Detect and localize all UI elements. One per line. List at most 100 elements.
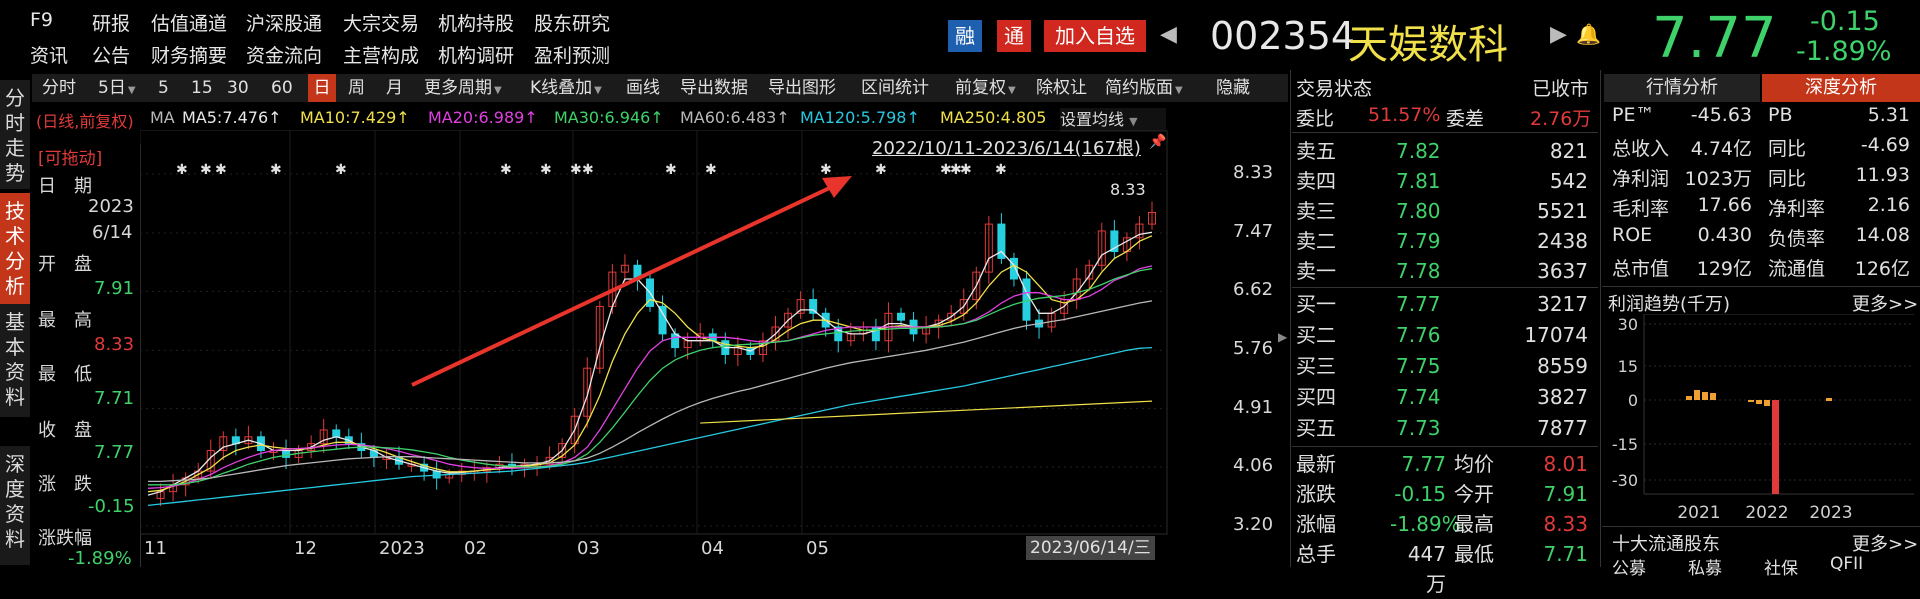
kline-chart[interactable]: ✱ ✱ ✱ ✱ ✱ ✱ ✱ ✱ ✱ ✱ ✱ ✱ ✱ ✱✱✱ ✱	[140, 130, 1170, 535]
prev-stock-icon[interactable]: ◀	[1160, 22, 1177, 47]
ask-row[interactable]: 卖二 7.79 2438	[1294, 226, 1596, 256]
trend-arrow-line[interactable]	[411, 182, 839, 387]
nav-item-row1-4[interactable]: 大宗交易	[343, 9, 419, 36]
dropdown-arrow-icon: ▼	[1175, 85, 1183, 96]
event-marker[interactable]: ✱	[200, 162, 212, 178]
nav-item-row1-0[interactable]: F9	[30, 9, 53, 31]
ask-row[interactable]: 卖三 7.80 5521	[1294, 196, 1596, 226]
left-tab-1[interactable]: 技术分析	[0, 193, 30, 307]
toolbar-item-1[interactable]: 5日 ▼	[98, 74, 136, 102]
event-marker[interactable]: ✱	[335, 162, 347, 178]
event-marker[interactable]: ✱	[875, 162, 887, 178]
toolbar-item-3[interactable]: 15	[191, 74, 213, 102]
nav-item-row2-5[interactable]: 机构调研	[438, 41, 514, 68]
ask-row[interactable]: 卖一 7.78 3637	[1294, 256, 1596, 286]
nav-item-row2-0[interactable]: 资讯	[30, 41, 68, 68]
bid-price: 7.73	[1396, 416, 1441, 440]
ma-item-2: MA20:6.989↑	[428, 108, 538, 127]
toolbar-item-18[interactable]: 隐藏	[1216, 74, 1250, 102]
profit-bar	[1764, 400, 1770, 406]
ma-legend-prefix: (日线,前复权)	[36, 112, 134, 131]
stock-code: 002354	[1210, 14, 1356, 58]
toolbar-item-17[interactable]: 简约版面 ▼	[1105, 74, 1183, 102]
trend-arrow-head[interactable]	[822, 176, 852, 198]
stat-label: 最高	[1454, 512, 1494, 536]
nav-item-row1-5[interactable]: 机构持股	[438, 9, 514, 36]
fin-value: 4.74亿	[1690, 138, 1752, 160]
toolbar-item-2[interactable]: 5	[158, 74, 169, 102]
toolbar-item-16[interactable]: 除权让	[1036, 74, 1087, 102]
info-close-label: 收 盘	[38, 420, 92, 441]
toolbar-item-7[interactable]: 周	[348, 74, 365, 102]
stock-connect-button[interactable]: 通	[997, 20, 1031, 52]
toolbar-item-6[interactable]: 日	[308, 74, 336, 102]
toolbar-item-11[interactable]: 画线	[626, 74, 660, 102]
next-stock-icon[interactable]: ▶	[1550, 22, 1567, 47]
nav-item-row1-6[interactable]: 股东研究	[534, 9, 610, 36]
info-date-label: 日 期	[38, 176, 92, 197]
alert-bell-icon[interactable]: 🔔	[1576, 22, 1601, 46]
event-marker[interactable]: ✱	[960, 162, 972, 178]
left-tab-3[interactable]: 深度资料	[0, 446, 30, 566]
event-marker[interactable]: ✱	[176, 162, 188, 178]
nav-item-row2-3[interactable]: 资金流向	[246, 41, 322, 68]
bid-row[interactable]: 买一 7.77 3217	[1294, 289, 1596, 319]
profit-bar	[1748, 400, 1754, 402]
bid-row[interactable]: 买三 7.75 8559	[1294, 351, 1596, 381]
ma-settings-button[interactable]: 设置均线 ▼	[1060, 108, 1166, 132]
quote-stat-row: 涨跌 -0.15 今开 7.91	[1294, 479, 1596, 509]
toolbar-item-10[interactable]: K线叠加 ▼	[530, 74, 602, 102]
pin-icon[interactable]: 📌	[1149, 134, 1166, 150]
event-marker[interactable]: ✱	[820, 162, 832, 178]
nav-item-row1-2[interactable]: 估值通道	[151, 9, 227, 36]
event-marker[interactable]: ✱	[540, 162, 552, 178]
holder-tab-3[interactable]: QFII	[1830, 554, 1863, 574]
candle-body	[897, 312, 905, 321]
toolbar-item-0[interactable]: 分时	[42, 74, 76, 102]
holders-more-link[interactable]: 更多>>	[1852, 530, 1918, 556]
margin-trading-button[interactable]: 融	[948, 20, 982, 52]
event-marker[interactable]: ✱	[570, 162, 582, 178]
draggable-label[interactable]: [可拖动]	[38, 144, 102, 169]
toolbar-item-5[interactable]: 60	[271, 74, 293, 102]
ask-row[interactable]: 卖五 7.82 821	[1294, 136, 1596, 166]
event-marker[interactable]: ✱	[270, 162, 282, 178]
stat-label: 均价	[1454, 452, 1494, 476]
ask-volume: 2438	[1537, 229, 1588, 253]
nav-item-row2-2[interactable]: 财务摘要	[151, 41, 227, 68]
nav-item-row2-6[interactable]: 盈利预测	[534, 41, 610, 68]
profit-more-link[interactable]: 更多>>	[1852, 290, 1918, 316]
toolbar-item-4[interactable]: 30	[227, 74, 249, 102]
info-high-label: 最 高	[38, 310, 92, 331]
left-tab-2[interactable]: 基本资料	[0, 304, 30, 418]
tab-market-analysis[interactable]: 行情分析	[1604, 74, 1760, 102]
ask-row[interactable]: 卖四 7.81 542	[1294, 166, 1596, 196]
add-watchlist-button[interactable]: 加入自选	[1044, 20, 1146, 52]
bid-row[interactable]: 买二 7.76 17074	[1294, 320, 1596, 350]
tab-depth-analysis[interactable]: 深度分析	[1762, 74, 1920, 102]
nav-item-row2-1[interactable]: 公告	[92, 41, 130, 68]
event-marker[interactable]: ✱	[665, 162, 677, 178]
toolbar-item-label: 区间统计	[861, 78, 929, 98]
nav-item-row2-4[interactable]: 主营构成	[343, 41, 419, 68]
bid-row[interactable]: 买四 7.74 3827	[1294, 382, 1596, 412]
event-marker[interactable]: ✱	[705, 162, 717, 178]
nav-item-row1-3[interactable]: 沪深股通	[246, 9, 322, 36]
toolbar-item-label: 导出数据	[680, 78, 748, 98]
toolbar-item-9[interactable]: 更多周期 ▼	[424, 74, 502, 102]
toolbar-item-12[interactable]: 导出数据	[680, 74, 748, 102]
nav-item-row1-1[interactable]: 研报	[92, 9, 130, 36]
toolbar-item-14[interactable]: 区间统计	[861, 74, 929, 102]
toolbar-item-label: 日	[313, 78, 331, 98]
toolbar-item-13[interactable]: 导出图形	[768, 74, 836, 102]
left-tab-0[interactable]: 分时走势	[0, 80, 30, 190]
collapse-panel-icon[interactable]: ▶	[1278, 330, 1287, 344]
toolbar-item-8[interactable]: 月	[386, 74, 403, 102]
event-marker[interactable]: ✱	[500, 162, 512, 178]
event-marker[interactable]: ✱	[215, 162, 227, 178]
event-marker[interactable]: ✱	[582, 162, 594, 178]
bid-row[interactable]: 买五 7.73 7877	[1294, 413, 1596, 443]
toolbar-item-15[interactable]: 前复权 ▼	[955, 74, 1016, 102]
bid-label: 买五	[1296, 416, 1336, 440]
event-marker[interactable]: ✱	[995, 162, 1007, 178]
